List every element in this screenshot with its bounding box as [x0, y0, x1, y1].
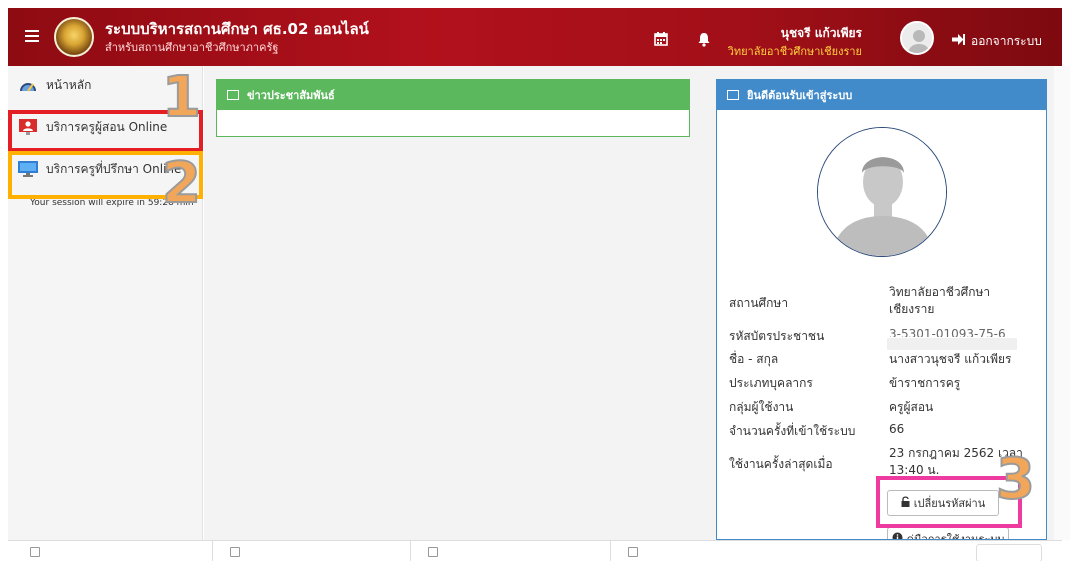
logout-button[interactable]: ออกจากระบบ — [952, 32, 1042, 51]
info-label-id: รหัสบัตรประชาชน — [729, 329, 825, 343]
info-label-last-login: ใช้งานครั้งล่าสุดเมื่อ — [729, 457, 833, 471]
info-value-name: นางสาวนุชจรี แก้วเพียร — [889, 352, 1012, 366]
info-value-id: 3-5301-01093-75-6 — [889, 327, 1006, 337]
main-content: ข่าวประชาสัมพันธ์ ยินดีต้อนรับเข้าสู่ระบ… — [204, 66, 1054, 540]
logout-icon — [952, 34, 965, 48]
step-number-1: 1 — [161, 65, 202, 130]
user-avatar[interactable] — [900, 21, 934, 55]
news-panel-header: ข่าวประชาสัมพันธ์ — [217, 80, 689, 110]
step-number-2: 2 — [161, 151, 202, 216]
bottom-button[interactable] — [976, 544, 1042, 561]
user-organization: วิทยาลัยอาชีวศึกษาเชียงราย — [727, 45, 862, 58]
sidebar-item-label: หน้าหลัก — [46, 77, 92, 92]
logout-label: ออกจากระบบ — [971, 34, 1042, 48]
info-label-user-group: กลุ่มผู้ใช้งาน — [729, 400, 794, 414]
right-scrollbar[interactable] — [1054, 66, 1070, 540]
bottom-card-strip — [8, 540, 1062, 561]
user-name: นุชจรี แก้วเพียร — [780, 26, 862, 40]
card-icon — [30, 547, 40, 557]
header-bar: ระบบบริหารสถานศึกษา ศธ.02 ออนไลน์ สำหรับ… — [8, 8, 1062, 66]
menu-toggle-icon[interactable] — [25, 30, 39, 44]
news-panel: ข่าวประชาสัมพันธ์ — [216, 79, 690, 137]
newspaper-icon — [227, 90, 239, 100]
ministry-logo — [54, 17, 94, 57]
news-panel-title: ข่าวประชาสัมพันธ์ — [247, 89, 335, 102]
welcome-panel-header: ยินดีต้อนรับเข้าสู่ระบบ — [717, 80, 1046, 110]
dashboard-icon — [18, 77, 38, 93]
info-value-login-count: 66 — [889, 422, 905, 436]
card-icon — [628, 547, 638, 557]
info-label-name: ชื่อ - สกุล — [729, 352, 779, 366]
app-subtitle: สำหรับสถานศึกษาอาชีวศึกษาภาครัฐ — [105, 41, 279, 54]
info-value-user-group: ครูผู้สอน — [889, 400, 934, 414]
user-manual-label: คู่มือการใช้งานระบบ — [906, 533, 1005, 540]
top-header: ระบบบริหารสถานศึกษา ศธ.02 ออนไลน์ สำหรับ… — [0, 0, 1070, 74]
id-card-icon — [727, 90, 739, 100]
card-icon — [428, 547, 438, 557]
info-label-staff-type: ประเภทบุคลากร — [729, 376, 813, 390]
info-circle-icon — [892, 532, 903, 539]
info-label-school: สถานศึกษา — [729, 296, 789, 310]
calendar-icon[interactable] — [654, 32, 668, 50]
info-value-staff-type: ข้าราชการครู — [889, 376, 961, 390]
step-number-3: 3 — [995, 447, 1036, 512]
user-manual-button[interactable]: คู่มือการใช้งานระบบ — [887, 527, 1009, 540]
welcome-panel-title: ยินดีต้อนรับเข้าสู่ระบบ — [747, 89, 853, 102]
profile-photo — [817, 127, 947, 257]
card-icon — [230, 547, 240, 557]
info-value-school: วิทยาลัยอาชีวศึกษา เชียงราย — [889, 285, 991, 316]
bell-icon[interactable] — [697, 32, 711, 51]
info-label-login-count: จำนวนครั้งที่เข้าใช้ระบบ — [729, 424, 856, 438]
id-redaction — [887, 338, 1017, 350]
